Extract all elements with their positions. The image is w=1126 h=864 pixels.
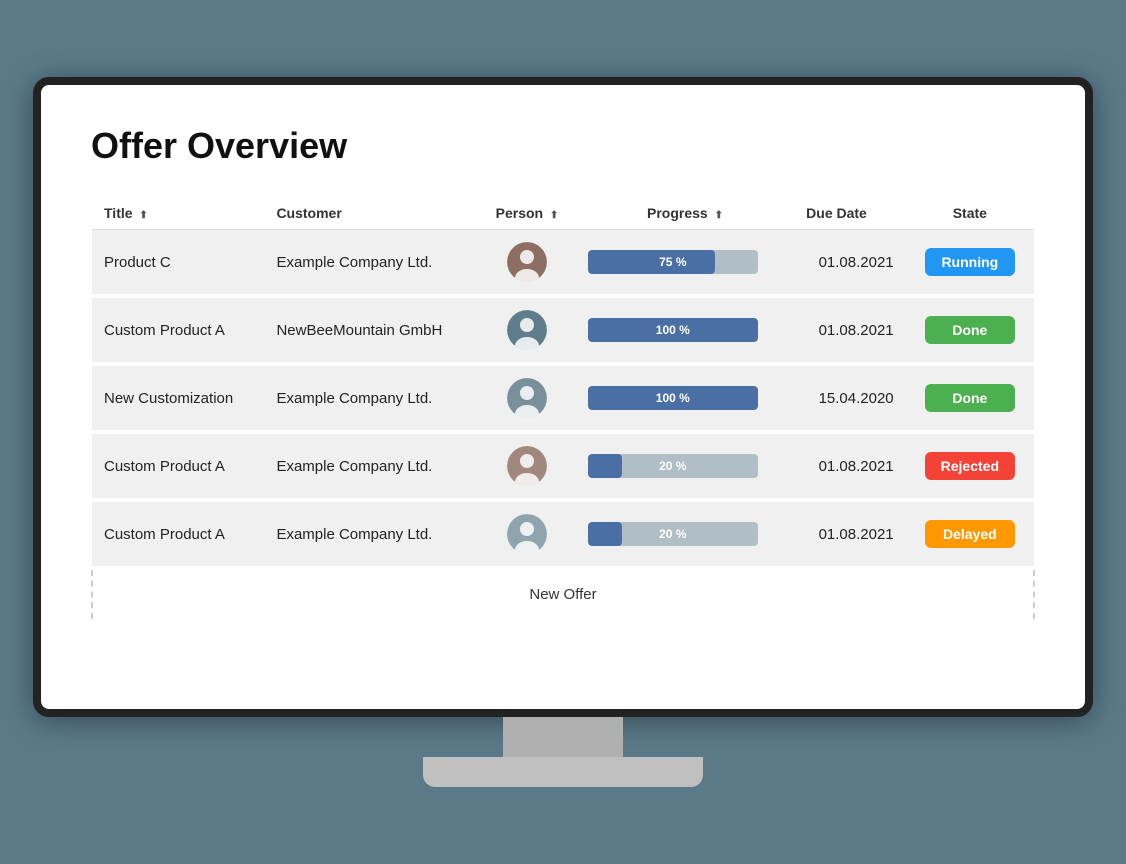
sort-icon-person: ⬆ bbox=[550, 210, 558, 221]
progress-label: 75 % bbox=[659, 255, 686, 269]
progress-bar-container: 20 % bbox=[588, 522, 758, 546]
cell-progress: 20 % bbox=[576, 500, 794, 568]
table-row[interactable]: New Customization Example Company Ltd. 1… bbox=[92, 364, 1034, 432]
progress-bar-container: 20 % bbox=[588, 454, 758, 478]
cell-title: Custom Product A bbox=[92, 500, 264, 568]
cell-progress: 20 % bbox=[576, 432, 794, 500]
cell-customer: Example Company Ltd. bbox=[264, 364, 478, 432]
cell-title: New Customization bbox=[92, 364, 264, 432]
col-customer: Customer bbox=[264, 197, 478, 230]
cell-due-date: 01.08.2021 bbox=[794, 432, 906, 500]
cell-due-date: 01.08.2021 bbox=[794, 296, 906, 364]
col-person: Person ⬆ bbox=[478, 197, 576, 230]
cell-person bbox=[478, 500, 576, 568]
avatar bbox=[507, 242, 547, 282]
col-progress: Progress ⬆ bbox=[576, 197, 794, 230]
sort-icon-title: ⬆ bbox=[139, 210, 147, 221]
cell-customer: Example Company Ltd. bbox=[264, 432, 478, 500]
cell-progress: 75 % bbox=[576, 230, 794, 297]
state-badge: Running bbox=[925, 248, 1015, 276]
avatar bbox=[507, 514, 547, 554]
state-badge: Done bbox=[925, 384, 1015, 412]
table-row[interactable]: Product C Example Company Ltd. 75 % 01.0… bbox=[92, 230, 1034, 297]
cell-person bbox=[478, 364, 576, 432]
progress-bar-fill bbox=[588, 454, 622, 478]
avatar bbox=[507, 446, 547, 486]
state-badge: Rejected bbox=[925, 452, 1015, 480]
progress-bar-container: 75 % bbox=[588, 250, 758, 274]
cell-title: Custom Product A bbox=[92, 296, 264, 364]
cell-state: Done bbox=[906, 364, 1034, 432]
cell-progress: 100 % bbox=[576, 296, 794, 364]
cell-state: Running bbox=[906, 230, 1034, 297]
avatar bbox=[507, 310, 547, 350]
page-title: Offer Overview bbox=[91, 125, 1035, 167]
cell-person bbox=[478, 230, 576, 297]
new-offer-cell[interactable]: New Offer bbox=[92, 568, 1034, 621]
monitor-wrapper: Offer Overview Title ⬆ Customer Person ⬆ bbox=[33, 77, 1093, 787]
col-state: State bbox=[906, 197, 1034, 230]
cell-state: Rejected bbox=[906, 432, 1034, 500]
progress-label: 20 % bbox=[659, 527, 686, 541]
progress-bar-container: 100 % bbox=[588, 318, 758, 342]
col-due-date: Due Date bbox=[794, 197, 906, 230]
new-offer-row[interactable]: New Offer bbox=[92, 568, 1034, 621]
cell-person bbox=[478, 432, 576, 500]
progress-label: 20 % bbox=[659, 459, 686, 473]
state-badge: Done bbox=[925, 316, 1015, 344]
progress-bar-fill bbox=[588, 250, 716, 274]
cell-due-date: 01.08.2021 bbox=[794, 500, 906, 568]
cell-state: Done bbox=[906, 296, 1034, 364]
progress-bar-container: 100 % bbox=[588, 386, 758, 410]
table-row[interactable]: Custom Product A Example Company Ltd. 20… bbox=[92, 432, 1034, 500]
cell-title: Custom Product A bbox=[92, 432, 264, 500]
state-badge: Delayed bbox=[925, 520, 1015, 548]
cell-due-date: 15.04.2020 bbox=[794, 364, 906, 432]
cell-due-date: 01.08.2021 bbox=[794, 230, 906, 297]
cell-customer: Example Company Ltd. bbox=[264, 500, 478, 568]
progress-label: 100 % bbox=[656, 391, 690, 405]
table-row[interactable]: Custom Product A NewBeeMountain GmbH 100… bbox=[92, 296, 1034, 364]
avatar bbox=[507, 378, 547, 418]
col-title: Title ⬆ bbox=[92, 197, 264, 230]
cell-customer: NewBeeMountain GmbH bbox=[264, 296, 478, 364]
cell-title: Product C bbox=[92, 230, 264, 297]
cell-person bbox=[478, 296, 576, 364]
table-header-row: Title ⬆ Customer Person ⬆ Progress ⬆ bbox=[92, 197, 1034, 230]
monitor-stand-neck bbox=[503, 717, 623, 757]
progress-label: 100 % bbox=[656, 323, 690, 337]
offers-table: Title ⬆ Customer Person ⬆ Progress ⬆ bbox=[91, 197, 1035, 623]
progress-bar-fill bbox=[588, 522, 622, 546]
table-row[interactable]: Custom Product A Example Company Ltd. 20… bbox=[92, 500, 1034, 568]
monitor-screen: Offer Overview Title ⬆ Customer Person ⬆ bbox=[33, 77, 1093, 717]
cell-state: Delayed bbox=[906, 500, 1034, 568]
cell-progress: 100 % bbox=[576, 364, 794, 432]
sort-icon-progress: ⬆ bbox=[715, 210, 723, 221]
monitor-stand-base bbox=[423, 757, 703, 787]
cell-customer: Example Company Ltd. bbox=[264, 230, 478, 297]
